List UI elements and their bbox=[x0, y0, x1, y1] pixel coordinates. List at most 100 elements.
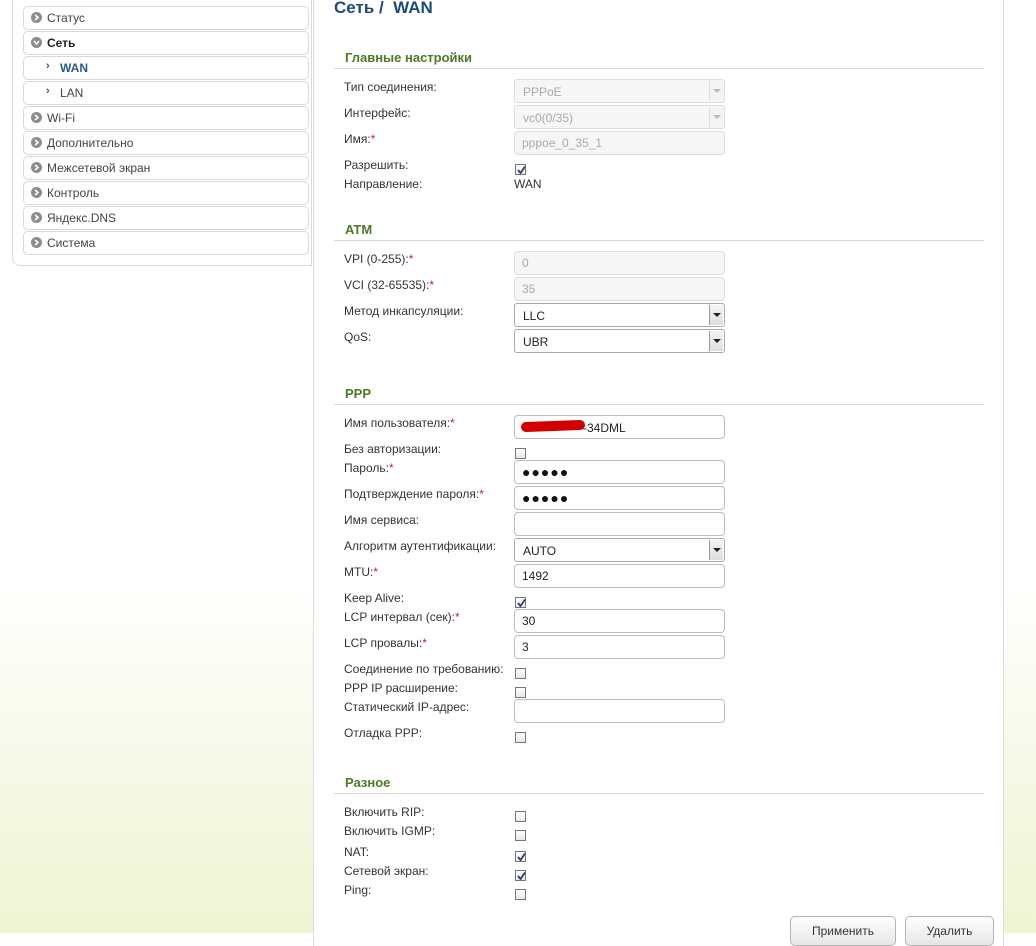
sidebar-item-label: Яндекс.DNS bbox=[47, 211, 117, 225]
sidebar-item-lan[interactable]: › LAN bbox=[23, 81, 309, 105]
password-confirm-label: Подтверждение пароля:* bbox=[344, 487, 484, 501]
username-value: -34DML bbox=[583, 421, 626, 435]
keepalive-checkbox[interactable] bbox=[515, 597, 526, 608]
password-confirm-value: ●●●●● bbox=[522, 490, 570, 506]
auth-algo-value: AUTO bbox=[523, 544, 557, 558]
page-title: Сеть / WAN bbox=[334, 0, 433, 17]
ping-checkbox[interactable] bbox=[515, 889, 526, 900]
conn-type-value: PPPoE bbox=[523, 85, 562, 99]
service-name-field[interactable] bbox=[514, 512, 725, 536]
igmp-checkbox[interactable] bbox=[515, 830, 526, 841]
chevron-down-icon bbox=[709, 331, 723, 351]
chevron-down-icon bbox=[709, 305, 723, 325]
rip-checkbox[interactable] bbox=[515, 811, 526, 822]
redaction-mark bbox=[520, 419, 586, 433]
checkmark-icon bbox=[517, 598, 526, 608]
chevron-down-icon bbox=[31, 37, 42, 48]
section-title-main: Главные настройки bbox=[345, 50, 473, 65]
mtu-label: MTU:* bbox=[344, 565, 378, 579]
mtu-field[interactable] bbox=[514, 564, 725, 588]
apply-button[interactable]: Применить bbox=[790, 916, 896, 946]
sidebar-item-wan[interactable]: › WAN bbox=[23, 56, 309, 80]
interface-select[interactable]: vc0(0/35) bbox=[514, 105, 725, 129]
section-title-misc: Разное bbox=[345, 775, 391, 790]
sidebar-item-network[interactable]: Сеть bbox=[23, 31, 309, 55]
interface-label: Интерфейс: bbox=[344, 106, 411, 120]
sidebar-item-system[interactable]: Система bbox=[23, 231, 309, 255]
encap-select[interactable]: LLC bbox=[514, 303, 725, 327]
conn-type-select[interactable]: PPPoE bbox=[514, 79, 725, 103]
igmp-label: Включить IGMP: bbox=[344, 824, 436, 838]
lcp-fails-label: LCP провалы:* bbox=[344, 636, 427, 650]
auth-algo-select[interactable]: AUTO bbox=[514, 538, 725, 562]
on-demand-checkbox[interactable] bbox=[515, 668, 526, 679]
no-auth-label: Без авторизации: bbox=[344, 442, 442, 456]
chevron-down-icon bbox=[709, 107, 723, 127]
vci-field[interactable] bbox=[514, 277, 725, 301]
sidebar-item-status[interactable]: Статус bbox=[23, 6, 309, 30]
sidebar-item-label: Дополнительно bbox=[47, 136, 134, 150]
sidebar-item-label: WAN bbox=[60, 61, 88, 75]
chevron-right-icon: › bbox=[46, 85, 50, 97]
nat-label: NAT: bbox=[344, 845, 370, 859]
direction-label: Направление: bbox=[344, 177, 423, 191]
sidebar-item-label: Контроль bbox=[47, 186, 100, 200]
password-field[interactable]: ●●●●● bbox=[514, 460, 725, 484]
chevron-right-icon bbox=[31, 12, 42, 23]
ppp-debug-checkbox[interactable] bbox=[515, 732, 526, 743]
lcp-interval-label: LCP интервал (сек):* bbox=[344, 610, 460, 624]
enable-checkbox[interactable] bbox=[515, 164, 526, 175]
encap-value: LLC bbox=[523, 309, 546, 323]
conn-type-label: Тип соединения: bbox=[344, 80, 437, 94]
static-ip-field[interactable] bbox=[514, 699, 725, 723]
keepalive-label: Keep Alive: bbox=[344, 591, 405, 605]
section-title-atm: ATM bbox=[345, 222, 373, 237]
checkmark-icon bbox=[517, 871, 526, 881]
password-confirm-field[interactable]: ●●●●● bbox=[514, 486, 725, 510]
sidebar-item-yandex-dns[interactable]: Яндекс.DNS bbox=[23, 206, 309, 230]
section-divider bbox=[334, 68, 984, 69]
name-label: Имя:* bbox=[344, 132, 376, 146]
name-field[interactable] bbox=[514, 131, 725, 155]
sidebar-item-label: Межсетевой экран bbox=[47, 161, 151, 175]
sidebar-item-firewall[interactable]: Межсетевой экран bbox=[23, 156, 309, 180]
section-divider bbox=[334, 404, 984, 405]
sidebar-item-control[interactable]: Контроль bbox=[23, 181, 309, 205]
qos-select[interactable]: UBR bbox=[514, 329, 725, 353]
interface-value: vc0(0/35) bbox=[523, 111, 574, 125]
enable-label: Разрешить: bbox=[344, 158, 409, 172]
qos-value: UBR bbox=[523, 335, 549, 349]
section-divider bbox=[334, 793, 984, 794]
sidebar-item-advanced[interactable]: Дополнительно bbox=[23, 131, 309, 155]
firewall-checkbox[interactable] bbox=[515, 870, 526, 881]
static-ip-label: Статический IP-адрес: bbox=[344, 700, 470, 714]
delete-button[interactable]: Удалить bbox=[905, 916, 994, 946]
encap-label: Метод инкапсуляции: bbox=[344, 304, 464, 318]
nat-checkbox[interactable] bbox=[515, 851, 526, 862]
chevron-down-icon bbox=[709, 540, 723, 560]
sidebar-item-label: Сеть bbox=[47, 36, 76, 50]
direction-value: WAN bbox=[514, 177, 542, 191]
sidebar-item-wifi[interactable]: Wi-Fi bbox=[23, 106, 309, 130]
chevron-right-icon bbox=[31, 237, 42, 248]
chevron-right-icon bbox=[31, 112, 42, 123]
chevron-down-icon bbox=[709, 81, 723, 101]
service-name-label: Имя сервиса: bbox=[344, 513, 420, 527]
checkmark-icon bbox=[517, 852, 526, 862]
ppp-ip-ext-checkbox[interactable] bbox=[515, 687, 526, 698]
username-field[interactable]: -34DML bbox=[514, 415, 725, 439]
password-value: ●●●●● bbox=[522, 464, 570, 480]
vci-label: VCI (32-65535):* bbox=[344, 278, 435, 292]
vpi-field[interactable] bbox=[514, 251, 725, 275]
section-title-ppp: PPP bbox=[345, 386, 372, 401]
lcp-fails-field[interactable] bbox=[514, 635, 725, 659]
ppp-ip-ext-label: PPP IP расширение: bbox=[344, 681, 458, 695]
username-label: Имя пользователя:* bbox=[344, 416, 455, 430]
rip-label: Включить RIP: bbox=[344, 805, 425, 819]
main-panel: Сеть / WAN Главные настройки Тип соедине… bbox=[313, 0, 1004, 946]
lcp-interval-field[interactable] bbox=[514, 609, 725, 633]
on-demand-label: Соединение по требованию: bbox=[344, 662, 504, 676]
no-auth-checkbox[interactable] bbox=[515, 448, 526, 459]
sidebar-item-label: LAN bbox=[60, 86, 84, 100]
chevron-right-icon bbox=[31, 137, 42, 148]
